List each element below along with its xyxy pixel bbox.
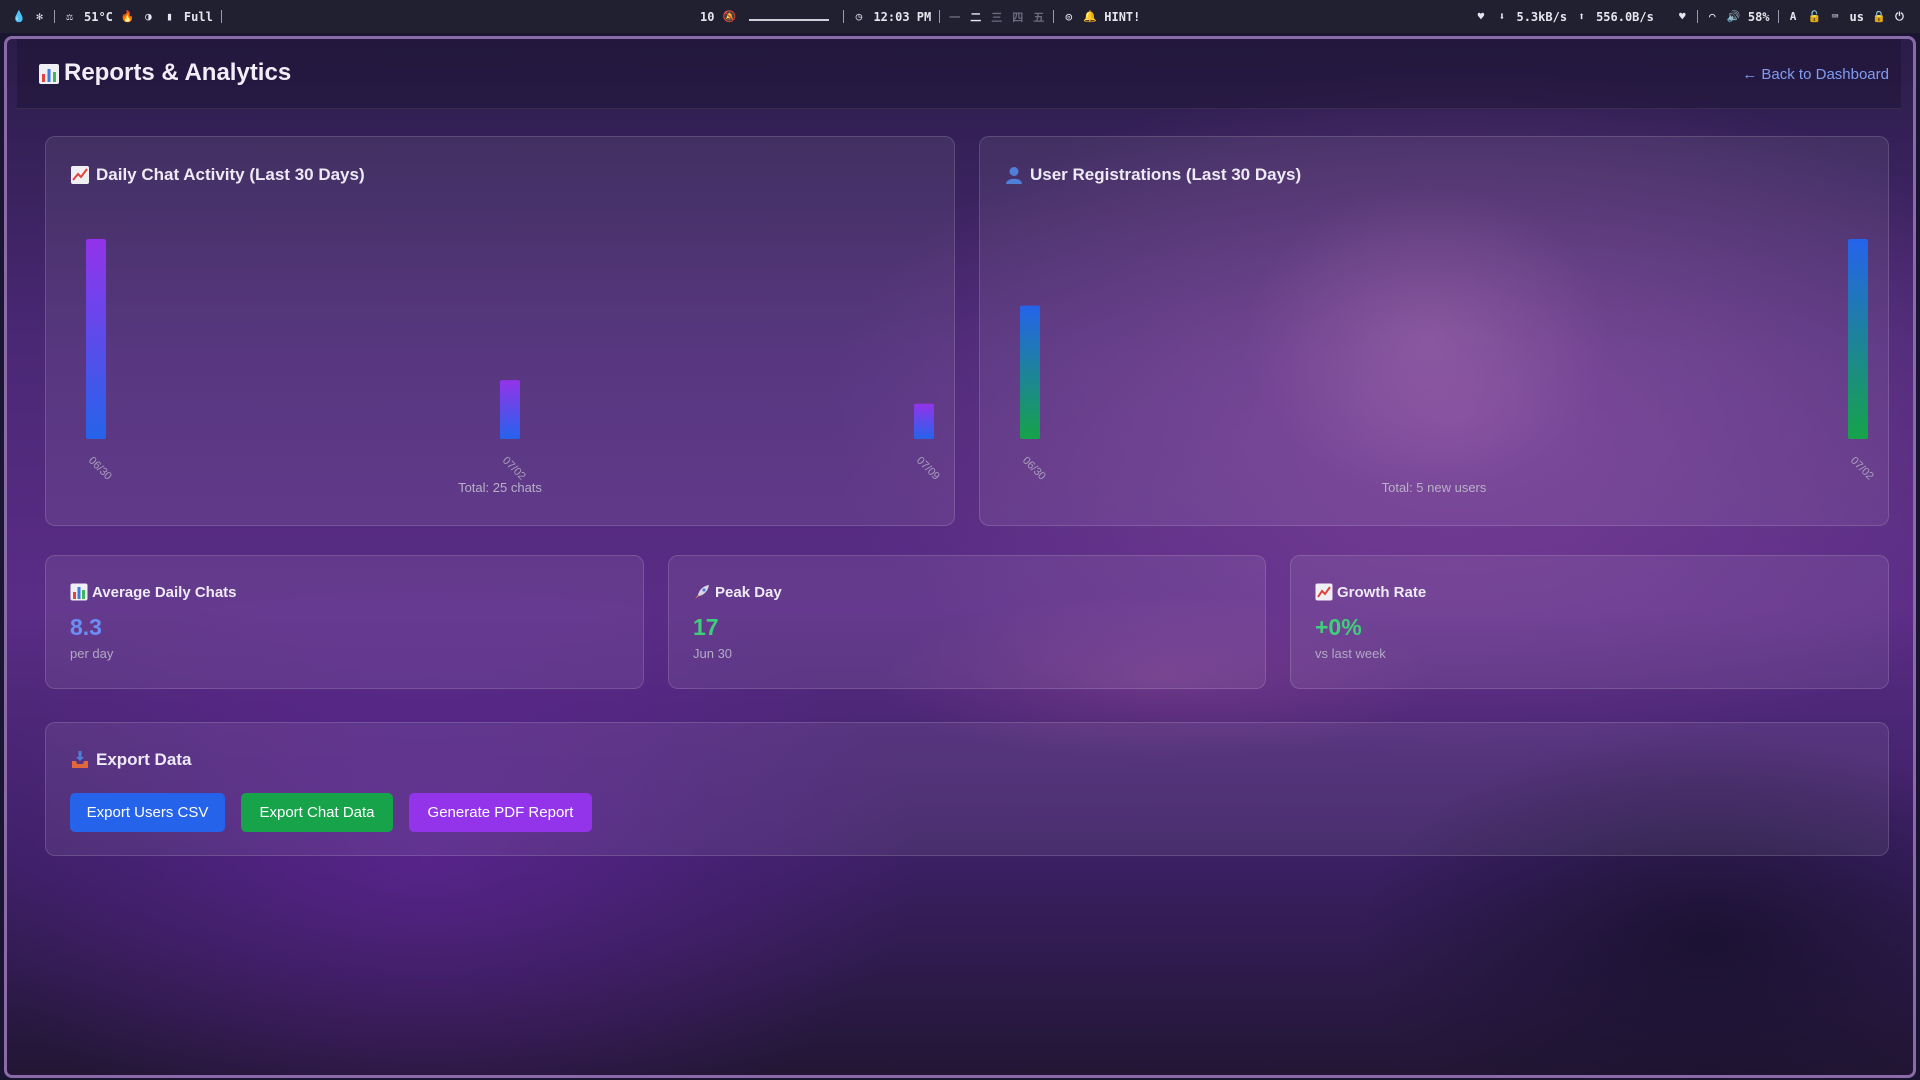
users-x-tick-label: 07/02 [1848, 455, 1876, 483]
export-data-title-text: Export Data [96, 750, 192, 769]
upload-icon: ⬆ [1578, 10, 1585, 23]
eye-off-icon[interactable]: ◎ [1062, 10, 1075, 23]
heart-icon: ♥ [1477, 10, 1485, 23]
users-bar-06-30[interactable] [1020, 305, 1040, 439]
chat-bar-07-02[interactable] [500, 380, 520, 439]
volume-icon[interactable]: 🔊 [1727, 10, 1741, 23]
workspace-count[interactable]: 10 [700, 10, 714, 24]
bar-chart-icon [70, 583, 88, 601]
growth-rate-title-text: Growth Rate [1337, 583, 1427, 601]
avg-daily-chats-title: Average Daily Chats [70, 583, 237, 601]
contrast-icon[interactable]: ◑ [142, 10, 155, 23]
caps-lock-icon: A [1789, 10, 1797, 23]
chat-x-tick-label: 07/02 [500, 455, 528, 483]
growth-rate-value: +0% [1315, 614, 1362, 640]
bar-chart-icon [38, 63, 59, 84]
separator [54, 10, 55, 23]
separator [1053, 10, 1055, 23]
workspace-4-icon[interactable]: 四 [1011, 9, 1024, 25]
chat-activity-chart: 06/30 07/02 07/09 [86, 239, 942, 483]
generate-pdf-report-button[interactable]: Generate PDF Report [409, 793, 592, 832]
rocket-icon [693, 583, 711, 601]
export-data-card: Export Data Export Users CSV Export Chat… [45, 722, 1889, 856]
users-total: Total: 5 new users [1381, 480, 1487, 495]
peak-day-title-text: Peak Day [715, 583, 782, 601]
separator [220, 10, 222, 23]
battery-status[interactable]: Full [184, 10, 213, 24]
fan-icon[interactable]: ✻ [33, 10, 46, 23]
workspace-2-icon[interactable]: 二 [969, 9, 982, 25]
page-title: Reports & Analytics [38, 59, 291, 87]
separator [1777, 10, 1779, 23]
workspace-1-icon[interactable]: 一 [948, 9, 961, 25]
separator [1696, 10, 1698, 23]
peak-day-value: 17 [693, 614, 719, 640]
peak-day-sub: Jun 30 [693, 646, 733, 661]
chat-x-tick-label: 07/09 [914, 455, 942, 483]
avg-daily-chats-value: 8.3 [70, 614, 102, 640]
power-icon[interactable]: ⏻ [1893, 10, 1906, 24]
heart-icon: ♥ [1679, 10, 1686, 23]
chat-total: Total: 25 chats [458, 480, 542, 495]
keyboard-layout[interactable]: us [1850, 10, 1864, 24]
separator [939, 10, 941, 23]
growth-rate-card: Growth Rate +0% vs last week [1290, 555, 1889, 689]
export-data-title: Export Data [70, 750, 191, 770]
volume-level[interactable]: 58% [1748, 10, 1770, 24]
chat-x-tick-label: 06/30 [86, 455, 114, 483]
chat-activity-card: Daily Chat Activity (Last 30 Days) 06/30… [45, 136, 955, 526]
growth-rate-title: Growth Rate [1315, 583, 1426, 601]
temperature-readout[interactable]: 51°C [84, 10, 113, 24]
export-users-csv-button[interactable]: Export Users CSV [70, 793, 225, 832]
workspace-3-icon[interactable]: 三 [990, 9, 1003, 25]
lock-icon: 🔓 [1807, 10, 1822, 23]
download-icon: ⬇ [1498, 10, 1506, 23]
workspace-5-icon[interactable]: 五 [1032, 9, 1045, 25]
peak-day-title: Peak Day [693, 583, 782, 601]
back-to-dashboard-link[interactable]: ← Back to Dashboard [1742, 66, 1889, 83]
avg-daily-chats-title-text: Average Daily Chats [92, 583, 237, 601]
network-upload-rate: 556.0B/s [1596, 9, 1654, 24]
chat-bar-06-30[interactable] [86, 239, 106, 439]
growth-rate-sub: vs last week [1315, 646, 1386, 661]
users-x-tick-label: 06/30 [1020, 455, 1048, 483]
system-top-bar: 💧 ✻ ⚖ 51°C 🔥 ◑ ▮ Full 10 🔕 ◷ 12:03 PM 一 … [0, 0, 1920, 33]
window-title-placeholder [749, 13, 830, 21]
wifi-icon[interactable]: ◠ [1706, 10, 1719, 23]
keyboard-icon: ⌨ [1831, 10, 1839, 23]
users-bar-07-02[interactable] [1848, 239, 1868, 439]
network-download-rate: 5.3kB/s [1516, 9, 1568, 24]
user-registrations-chart: 06/30 07/02 [1020, 239, 1876, 483]
page-title-text: Reports & Analytics [64, 59, 292, 86]
cpu-scale-icon[interactable]: ⚖ [63, 10, 76, 23]
inbox-tray-icon [70, 750, 90, 770]
trend-chart-icon [1315, 583, 1333, 601]
user-registrations-card: User Registrations (Last 30 Days) 06/30 0… [979, 136, 1889, 526]
app-window: Reports & Analytics ← Back to Dashboard … [4, 36, 1916, 1078]
page-content: Reports & Analytics ← Back to Dashboard … [17, 39, 1901, 1075]
page-header: Reports & Analytics ← Back to Dashboard [17, 39, 1901, 109]
avg-daily-chats-card: Average Daily Chats 8.3 per day [45, 555, 644, 689]
export-chat-data-button[interactable]: Export Chat Data [241, 793, 393, 832]
droplet-icon[interactable]: 💧 [12, 10, 26, 23]
separator [843, 10, 845, 23]
peak-day-card: Peak Day 17 Jun 30 [668, 555, 1266, 689]
avg-daily-chats-sub: per day [70, 646, 114, 661]
battery-icon: ▮ [166, 10, 173, 23]
screen-lock-icon[interactable]: 🔒 [1872, 10, 1886, 23]
clock-icon: ◷ [855, 10, 863, 23]
hint-label[interactable]: HINT! [1104, 10, 1140, 24]
notifications-muted-icon[interactable]: 🔕 [722, 10, 736, 23]
clock[interactable]: 12:03 PM [873, 10, 931, 24]
flame-icon: 🔥 [120, 10, 135, 23]
bell-icon: 🔔 [1083, 10, 1097, 23]
chat-bar-07-09[interactable] [914, 403, 934, 439]
